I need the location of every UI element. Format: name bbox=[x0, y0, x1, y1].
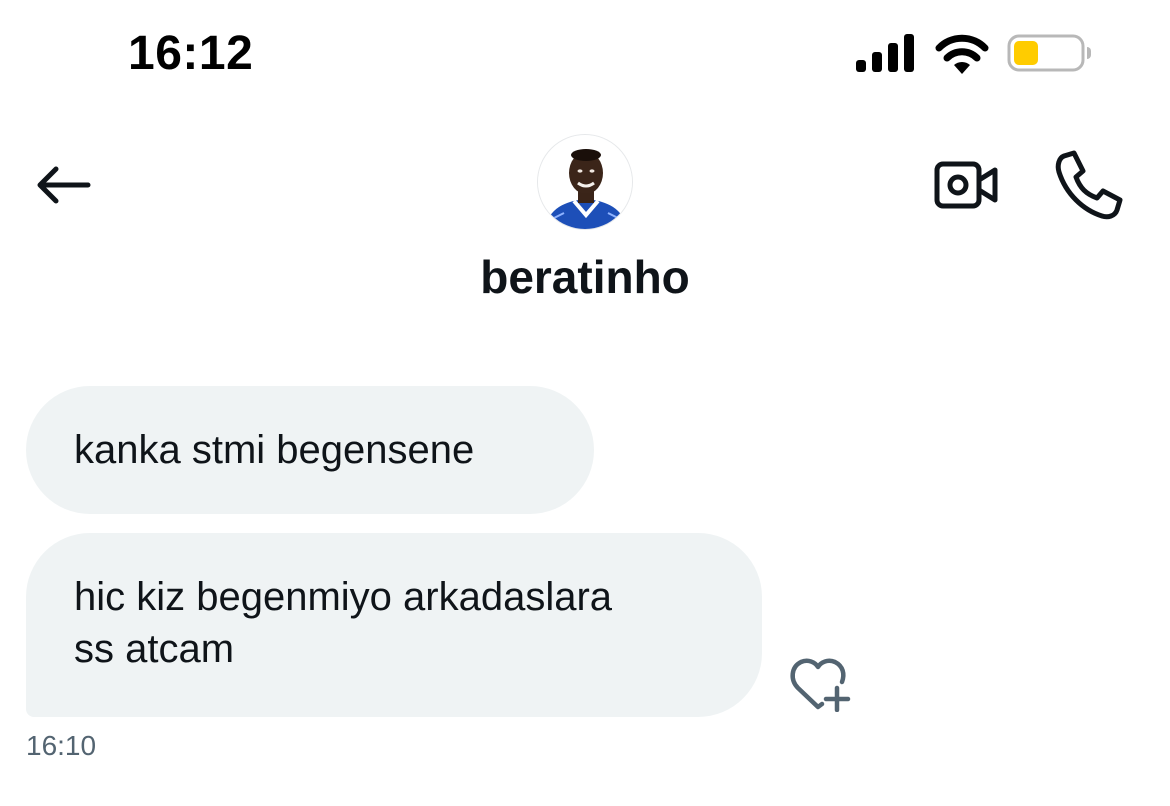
status-time: 16:12 bbox=[128, 27, 254, 80]
message-text: kanka stmi begensene bbox=[74, 428, 475, 472]
back-button[interactable] bbox=[28, 155, 98, 215]
conversation-username[interactable]: beratinho bbox=[0, 250, 1170, 304]
message-timestamp: 16:10 bbox=[26, 730, 97, 761]
voice-call-button[interactable] bbox=[1050, 146, 1126, 222]
avatar-image bbox=[538, 135, 632, 229]
phone-icon bbox=[1055, 150, 1123, 220]
back-arrow-icon bbox=[37, 166, 91, 204]
heart-plus-icon bbox=[790, 658, 851, 713]
battery-low-icon bbox=[1007, 34, 1091, 72]
message-bubble[interactable]: hic kiz begenmiyo arkadaslara ss atcam bbox=[26, 533, 762, 717]
avatar[interactable] bbox=[537, 134, 633, 230]
message-bubble[interactable]: kanka stmi begensene bbox=[26, 386, 594, 514]
cellular-signal-icon bbox=[856, 34, 914, 72]
video-call-button[interactable] bbox=[932, 150, 1002, 220]
message-text: hic kiz begenmiyo arkadaslara ss atcam bbox=[74, 575, 613, 671]
add-reaction-button[interactable] bbox=[788, 652, 854, 713]
status-bar: 16:12 bbox=[0, 0, 1170, 100]
video-call-icon bbox=[934, 161, 998, 209]
conversation-header: beratinho bbox=[0, 110, 1170, 330]
wifi-icon bbox=[935, 34, 989, 74]
